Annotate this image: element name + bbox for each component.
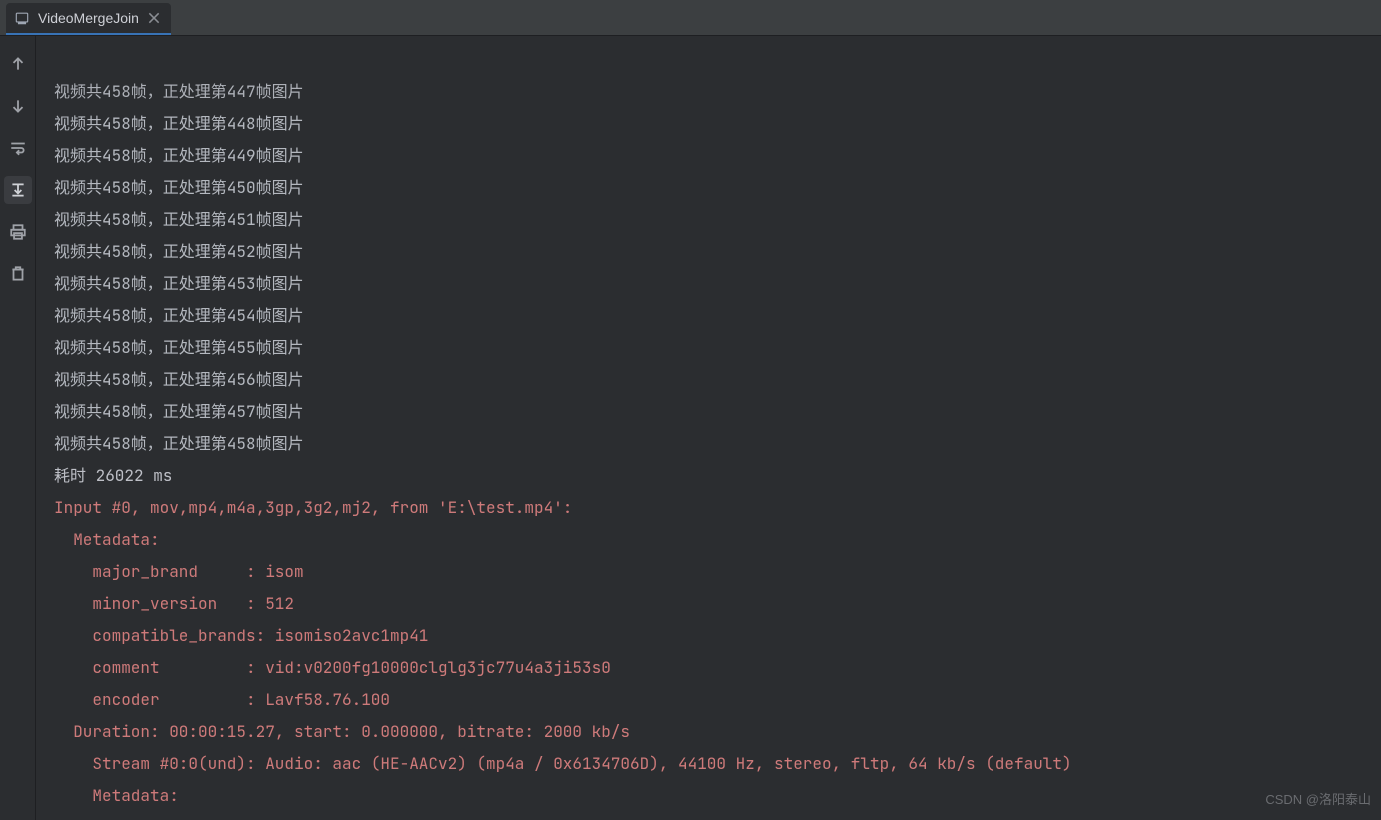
console-line: 视频共458帧，正处理第451帧图片	[54, 204, 1375, 236]
soft-wrap-icon[interactable]	[4, 134, 32, 162]
console-line-ffmpeg: Duration: 00:00:15.27, start: 0.000000, …	[54, 716, 1375, 748]
console-line-ffmpeg: minor_version : 512	[54, 588, 1375, 620]
console-line: 视频共458帧，正处理第457帧图片	[54, 396, 1375, 428]
tab-title: VideoMergeJoin	[38, 10, 139, 26]
close-icon[interactable]	[147, 11, 161, 25]
app-root: VideoMergeJoin	[0, 0, 1381, 820]
arrow-up-icon[interactable]	[4, 50, 32, 78]
console-output[interactable]: 视频共458帧，正处理第447帧图片视频共458帧，正处理第448帧图片视频共4…	[36, 36, 1381, 820]
print-icon[interactable]	[4, 218, 32, 246]
tab-run-videomergejoin[interactable]: VideoMergeJoin	[6, 3, 171, 35]
console-line-ffmpeg: Stream #0:0(und): Audio: aac (HE-AACv2) …	[54, 748, 1375, 780]
console-line-ffmpeg: comment : vid:v0200fg10000clglg3jc77u4a3…	[54, 652, 1375, 684]
console-line-ffmpeg: compatible_brands: isomiso2avc1mp41	[54, 620, 1375, 652]
console-line-ffmpeg: Input #0, mov,mp4,m4a,3gp,3g2,mj2, from …	[54, 492, 1375, 524]
console-line: 视频共458帧，正处理第452帧图片	[54, 236, 1375, 268]
console-line: 视频共458帧，正处理第450帧图片	[54, 172, 1375, 204]
console-line-ffmpeg: Metadata:	[54, 780, 1375, 812]
console-line: 视频共458帧，正处理第456帧图片	[54, 364, 1375, 396]
console-line: 视频共458帧，正处理第458帧图片	[54, 428, 1375, 460]
scroll-to-end-icon[interactable]	[4, 176, 32, 204]
console-line: 视频共458帧，正处理第447帧图片	[54, 76, 1375, 108]
console-line: 视频共458帧，正处理第453帧图片	[54, 268, 1375, 300]
console-line-ffmpeg: major_brand : isom	[54, 556, 1375, 588]
gutter	[0, 36, 36, 820]
arrow-down-icon[interactable]	[4, 92, 32, 120]
console-line-ffmpeg: encoder : Lavf58.76.100	[54, 684, 1375, 716]
console-line: 视频共458帧，正处理第455帧图片	[54, 332, 1375, 364]
console-line-ffmpeg: Metadata:	[54, 524, 1375, 556]
console-line-ffmpeg: handler_name : SoundHandler	[54, 812, 1375, 820]
console-line: 视频共458帧，正处理第448帧图片	[54, 108, 1375, 140]
console-line: 视频共458帧，正处理第454帧图片	[54, 300, 1375, 332]
run-config-icon	[14, 10, 30, 26]
tabbar: VideoMergeJoin	[0, 0, 1381, 36]
console-line: 视频共458帧，正处理第449帧图片	[54, 140, 1375, 172]
trash-icon[interactable]	[4, 260, 32, 288]
console-line-elapsed: 耗时 26022 ms	[54, 460, 1375, 492]
watermark: CSDN @洛阳泰山	[1265, 784, 1371, 816]
body: 视频共458帧，正处理第447帧图片视频共458帧，正处理第448帧图片视频共4…	[0, 36, 1381, 820]
